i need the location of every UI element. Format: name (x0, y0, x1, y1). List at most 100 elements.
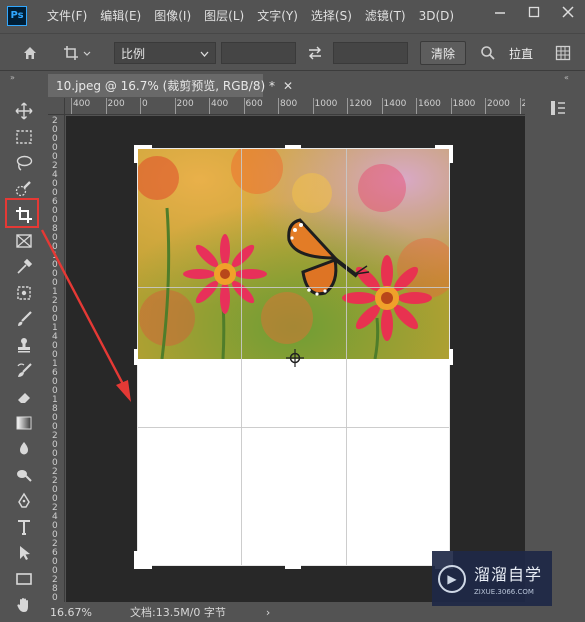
menu-file[interactable]: 文件(F) (47, 7, 87, 24)
ruler-tick (105, 98, 107, 114)
home-icon[interactable] (18, 42, 42, 64)
hand-tool-icon[interactable] (12, 594, 36, 616)
crop-grid-line (346, 148, 347, 566)
straighten-button[interactable]: 拉直 (503, 42, 539, 64)
ruler-label: 400 (73, 99, 91, 109)
ruler-tick (519, 98, 521, 114)
ruler-tick (278, 98, 279, 114)
patch-tool-icon[interactable] (12, 282, 36, 304)
crop-handle-top-right[interactable] (449, 145, 453, 163)
ruler-tick (71, 98, 72, 114)
ruler-origin[interactable] (48, 98, 65, 115)
menu-edit[interactable]: 编辑(E) (100, 7, 141, 24)
play-icon: ▶ (438, 564, 466, 593)
crop-handle-left[interactable] (134, 349, 138, 365)
ruler-tick (485, 98, 486, 114)
document-tab-title: 10.jpeg @ 16.7% (裁剪预览, RGB/8) * (56, 79, 275, 93)
ruler-label: 800 (280, 99, 298, 109)
chevron-down-icon (200, 46, 209, 60)
ruler-label: 1800 (452, 99, 476, 109)
ruler-tick (381, 98, 383, 114)
search-icon[interactable] (476, 42, 500, 64)
marquee-tool-icon[interactable] (12, 126, 36, 148)
swap-icon[interactable] (302, 42, 328, 64)
zoom-level-field[interactable]: 16.67% (50, 606, 102, 619)
ruler-label: 1000 (314, 99, 338, 109)
collapse-panels-icon[interactable]: « (564, 73, 569, 82)
eyedropper-tool-icon[interactable] (12, 256, 36, 278)
blur-tool-icon[interactable] (12, 438, 36, 460)
flower-butterfly-photo (137, 148, 450, 359)
history-panel-icon[interactable] (546, 96, 570, 120)
menu-select[interactable]: 选择(S) (311, 7, 352, 24)
canvas-area[interactable] (66, 116, 525, 602)
horizontal-ruler[interactable]: 400 200 0 200 400 600 800 1000 1200 1400 1600 1800 2… (65, 98, 525, 115)
crop-handle-bottom-left[interactable] (134, 551, 138, 569)
crop-pivot-icon[interactable] (286, 349, 304, 367)
document-canvas[interactable] (134, 145, 453, 569)
ruler-label: 2000 (487, 99, 510, 109)
pen-tool-icon[interactable] (12, 490, 36, 512)
crop-handle-top[interactable] (285, 145, 301, 149)
vertical-ruler[interactable]: 2000024006008001000120014001600180020002… (48, 115, 65, 603)
crop-handle-right[interactable] (449, 349, 453, 365)
ruler-label: 2200 (522, 99, 526, 109)
crop-handle-bottom[interactable] (285, 565, 301, 569)
stamp-tool-icon[interactable] (12, 334, 36, 356)
status-menu-arrow[interactable]: › (266, 606, 270, 619)
ruler-tick (209, 98, 210, 114)
ruler-label: 200 (176, 99, 194, 109)
crop-handle-top-left[interactable] (134, 145, 138, 163)
window-controls (483, 0, 585, 28)
tools-panel (8, 92, 40, 622)
ruler-label: 0 (142, 99, 148, 109)
frame-tool-icon[interactable] (12, 230, 36, 252)
expand-toolbar-icon[interactable]: » (10, 73, 15, 82)
grid-overlay-icon[interactable] (553, 42, 573, 64)
ruler-label: 1600 (418, 99, 441, 109)
history-brush-tool-icon[interactable] (12, 360, 36, 382)
close-tab-icon[interactable]: ✕ (283, 79, 293, 93)
gradient-tool-icon[interactable] (12, 412, 36, 434)
crop-preset-button[interactable] (58, 42, 98, 64)
ruler-tick (312, 98, 314, 114)
menu-3d[interactable]: 3D(D) (419, 9, 454, 23)
crop-grid-line (137, 287, 450, 288)
minimize-icon[interactable] (483, 0, 517, 24)
menu-image[interactable]: 图像(I) (154, 7, 191, 24)
ruler-tick (450, 98, 452, 114)
document-tab[interactable]: 10.jpeg @ 16.7% (裁剪预览, RGB/8) * ✕ (48, 74, 293, 97)
quick-select-tool-icon[interactable] (12, 178, 36, 200)
watermark: ▶ 溜溜自学 ZIXUE.3066.COM (432, 551, 552, 606)
ruler-label: 600 (245, 99, 263, 109)
menu-layer[interactable]: 图层(L) (204, 7, 244, 24)
eraser-tool-icon[interactable] (12, 386, 36, 408)
ruler-tick (347, 98, 348, 114)
lasso-tool-icon[interactable] (12, 152, 36, 174)
ruler-label: 1200 (349, 99, 372, 109)
menu-type[interactable]: 文字(Y) (257, 7, 298, 24)
menu-filter[interactable]: 滤镜(T) (365, 7, 406, 24)
clear-button[interactable]: 清除 (420, 41, 466, 65)
type-tool-icon[interactable] (12, 516, 36, 538)
close-icon[interactable] (551, 0, 585, 24)
watermark-subtitle: ZIXUE.3066.COM (474, 588, 534, 596)
ruler-tick (174, 98, 176, 114)
ruler-label: 400 (211, 99, 229, 109)
ratio-width-input[interactable] (221, 42, 296, 64)
ruler-label: 200 (107, 99, 125, 109)
crop-grid-line (241, 148, 242, 566)
maximize-icon[interactable] (517, 0, 551, 24)
dodge-tool-icon[interactable] (12, 464, 36, 486)
options-bar: 比例 清除 拉直 (0, 33, 585, 71)
rectangle-tool-icon[interactable] (12, 568, 36, 590)
brush-tool-icon[interactable] (12, 308, 36, 330)
path-selection-tool-icon[interactable] (12, 542, 36, 564)
ruler-tick (416, 98, 417, 114)
ratio-select[interactable]: 比例 (114, 42, 216, 64)
ratio-height-input[interactable] (333, 42, 408, 64)
ratio-select-value: 比例 (121, 46, 146, 61)
move-tool-icon[interactable] (12, 100, 36, 122)
crop-grid-line (137, 427, 450, 428)
ruler-tick (243, 98, 245, 114)
